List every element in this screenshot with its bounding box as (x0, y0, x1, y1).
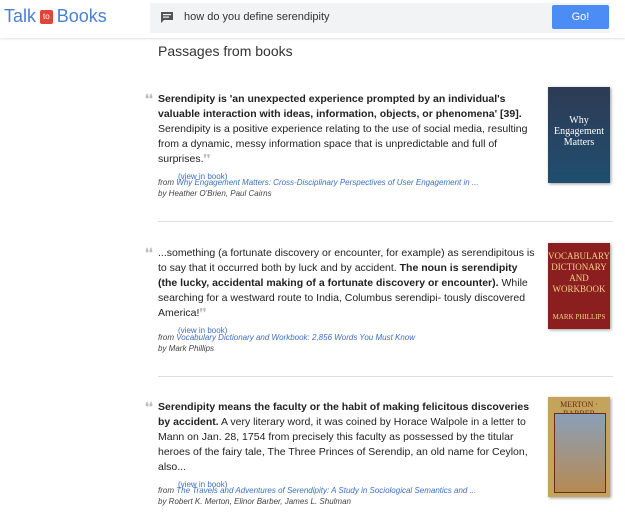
authors: by Mark Phillips (158, 344, 215, 353)
talk-to-books-logo[interactable]: Talk to Books (4, 6, 107, 27)
open-quote-icon: ❛❛ (145, 92, 153, 106)
from-line: from The Travels and Adventures of Seren… (158, 486, 476, 495)
book-cover[interactable]: Why Engagement Matters (548, 87, 610, 183)
passage-text: Serendipity means the faculty or the hab… (158, 400, 538, 492)
from-label: from (158, 333, 174, 342)
go-button[interactable]: Go! (552, 5, 609, 29)
passage-bold: Serendipity is 'an unexpected experience… (158, 93, 522, 120)
logo-talk: Talk (4, 6, 37, 26)
logo-books: Books (56, 6, 107, 26)
passage-rest: Serendipity is a positive experience rel… (158, 123, 528, 165)
chat-bubble-icon (160, 11, 174, 29)
cover-author: MARK PHILLIPS (552, 313, 606, 321)
search-input[interactable]: how do you define serendipity (150, 3, 610, 33)
cover-title: Why Engagement Matters (554, 115, 604, 148)
passage-text: Serendipity is 'an unexpected experience… (158, 92, 538, 184)
authors: by Robert K. Merton, Elinor Barber, Jame… (158, 497, 351, 506)
authors: by Heather O'Brien, Paul Cairns (158, 189, 272, 198)
result-divider (158, 376, 613, 377)
top-bar: Talk to Books how do you define serendip… (0, 0, 625, 38)
logo-to-badge: to (40, 9, 53, 24)
close-quote-icon: ❜❜ (199, 307, 207, 319)
result-divider (158, 221, 613, 222)
section-title: Passages from books (158, 43, 293, 59)
book-title-link[interactable]: The Travels and Adventures of Serendipit… (176, 486, 476, 495)
cover-illustration (554, 413, 606, 493)
passage-text: ...something (a fortunate discovery or e… (158, 246, 538, 338)
close-quote-icon: ❜❜ (203, 153, 211, 165)
from-line: from Why Engagement Matters: Cross-Disci… (158, 178, 479, 187)
book-title-link[interactable]: Why Engagement Matters: Cross-Disciplina… (176, 178, 478, 187)
open-quote-icon: ❛❛ (145, 400, 153, 414)
search-query-text: how do you define serendipity (184, 11, 330, 23)
from-label: from (158, 486, 174, 495)
book-cover[interactable]: MERTON · BARBER (548, 397, 610, 497)
from-line: from Vocabulary Dictionary and Workbook:… (158, 333, 415, 342)
cover-title: VOCABULARY DICTIONARY AND WORKBOOK (548, 251, 610, 294)
open-quote-icon: ❛❛ (145, 246, 153, 260)
book-cover[interactable]: VOCABULARY DICTIONARY AND WORKBOOK MARK … (548, 243, 610, 329)
book-title-link[interactable]: Vocabulary Dictionary and Workbook: 2,85… (176, 333, 415, 342)
from-label: from (158, 178, 174, 187)
